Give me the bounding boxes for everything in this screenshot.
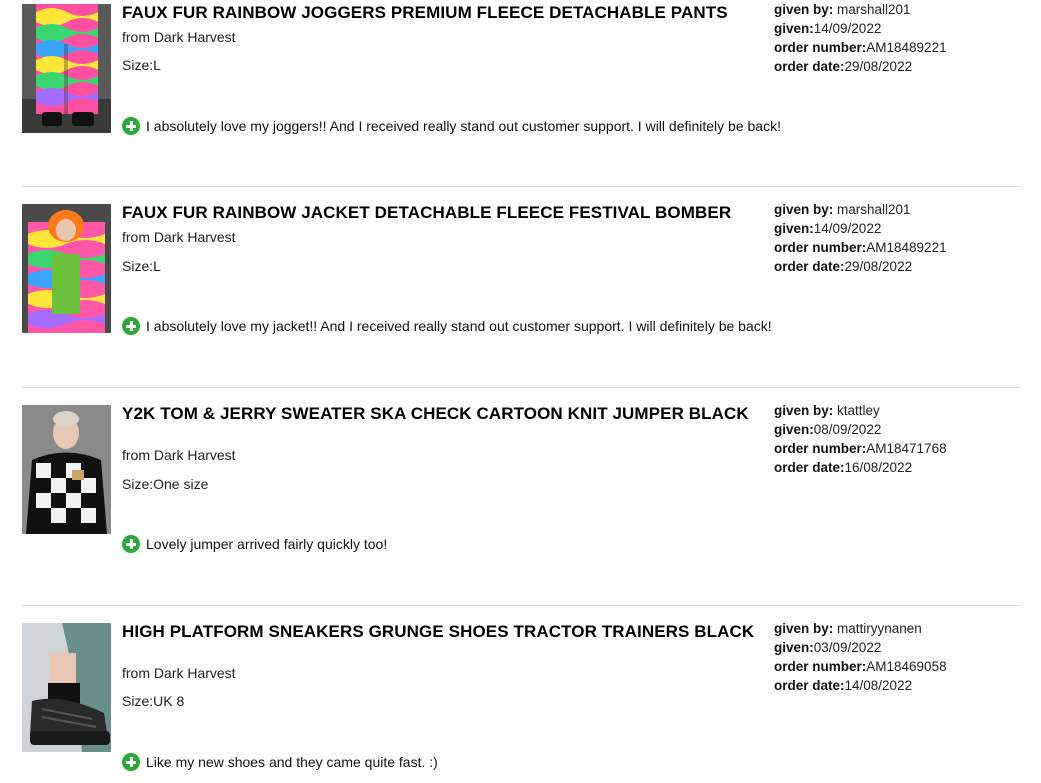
review-comment: Like my new shoes and they came quite fa… xyxy=(122,753,438,771)
product-photo-sneakers[interactable] xyxy=(22,623,111,752)
order-date-row: order date:29/08/2022 xyxy=(774,259,913,274)
order-number-row: order number:AM18489221 xyxy=(774,40,947,55)
seller-name: from Dark Harvest xyxy=(122,229,236,245)
product-photo-jacket[interactable] xyxy=(22,204,111,333)
reviewer-name: ktattley xyxy=(833,403,880,418)
given-by-row: given by: marshall201 xyxy=(774,2,911,17)
order-number-row: order number:AM18471768 xyxy=(774,441,947,456)
divider xyxy=(22,387,1021,388)
positive-plus-icon xyxy=(122,117,140,135)
divider xyxy=(22,186,1021,187)
seller-name: from Dark Harvest xyxy=(122,29,236,45)
review-comment-text: I absolutely love my jacket!! And I rece… xyxy=(146,318,772,334)
given-date-row: given:03/09/2022 xyxy=(774,640,882,655)
seller-name: from Dark Harvest xyxy=(122,665,236,681)
review-meta: given by: mattiryynanen given:03/09/2022… xyxy=(774,619,947,695)
order-number-row: order number:AM18469058 xyxy=(774,659,947,674)
order-date-row: order date:29/08/2022 xyxy=(774,59,913,74)
product-photo-joggers[interactable] xyxy=(22,4,111,133)
product-title[interactable]: Y2K TOM & JERRY SWEATER SKA CHECK CARTOO… xyxy=(122,405,767,423)
review-comment: I absolutely love my joggers!! And I rec… xyxy=(122,117,781,135)
given-date-row: given:14/09/2022 xyxy=(774,221,882,236)
review-meta: given by: ktattley given:08/09/2022 orde… xyxy=(774,401,947,477)
positive-plus-icon xyxy=(122,753,140,771)
given-date-row: given:08/09/2022 xyxy=(774,422,882,437)
review-meta: given by: marshall201 given:14/09/2022 o… xyxy=(774,0,947,76)
product-size: Size:One size xyxy=(122,476,209,492)
given-date-row: given:14/09/2022 xyxy=(774,21,882,36)
reviewer-name: marshall201 xyxy=(833,202,911,217)
review-comment: Lovely jumper arrived fairly quickly too… xyxy=(122,535,387,553)
divider xyxy=(22,605,1021,606)
reviewer-name: mattiryynanen xyxy=(833,621,922,636)
product-title[interactable]: FAUX FUR RAINBOW JACKET DETACHABLE FLEEC… xyxy=(122,204,767,222)
order-number-row: order number:AM18489221 xyxy=(774,240,947,255)
given-by-row: given by: marshall201 xyxy=(774,202,911,217)
review-comment-text: I absolutely love my joggers!! And I rec… xyxy=(146,118,781,134)
review-comment-text: Lovely jumper arrived fairly quickly too… xyxy=(146,536,388,552)
product-title[interactable]: FAUX FUR RAINBOW JOGGERS PREMIUM FLEECE … xyxy=(122,4,767,22)
product-size: Size:L xyxy=(122,57,161,73)
product-photo-sweater[interactable] xyxy=(22,405,111,534)
review-meta: given by: marshall201 given:14/09/2022 o… xyxy=(774,200,947,276)
product-size: Size:L xyxy=(122,258,161,274)
reviewer-name: marshall201 xyxy=(833,2,911,17)
positive-plus-icon xyxy=(122,317,140,335)
order-date-row: order date:14/08/2022 xyxy=(774,678,913,693)
seller-name: from Dark Harvest xyxy=(122,447,236,463)
positive-plus-icon xyxy=(122,535,140,553)
product-title[interactable]: HIGH PLATFORM SNEAKERS GRUNGE SHOES TRAC… xyxy=(122,623,767,641)
review-comment-text: Like my new shoes and they came quite fa… xyxy=(146,754,438,770)
product-size: Size:UK 8 xyxy=(122,693,185,709)
given-by-row: given by: ktattley xyxy=(774,403,880,418)
order-date-row: order date:16/08/2022 xyxy=(774,460,913,475)
given-by-row: given by: mattiryynanen xyxy=(774,621,922,636)
review-comment: I absolutely love my jacket!! And I rece… xyxy=(122,317,772,335)
